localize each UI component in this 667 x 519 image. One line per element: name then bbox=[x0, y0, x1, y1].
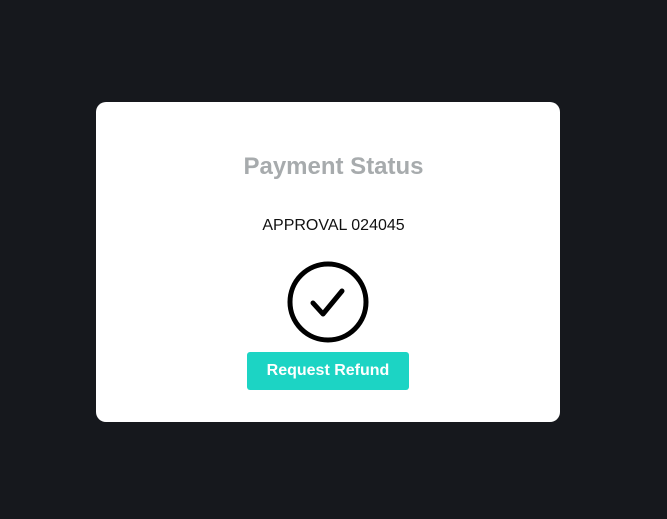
page-title: Payment Status bbox=[243, 153, 424, 180]
request-refund-button[interactable]: Request Refund bbox=[247, 352, 409, 390]
check-circle-icon bbox=[287, 261, 369, 343]
approval-code: APPROVAL 024045 bbox=[262, 217, 405, 234]
